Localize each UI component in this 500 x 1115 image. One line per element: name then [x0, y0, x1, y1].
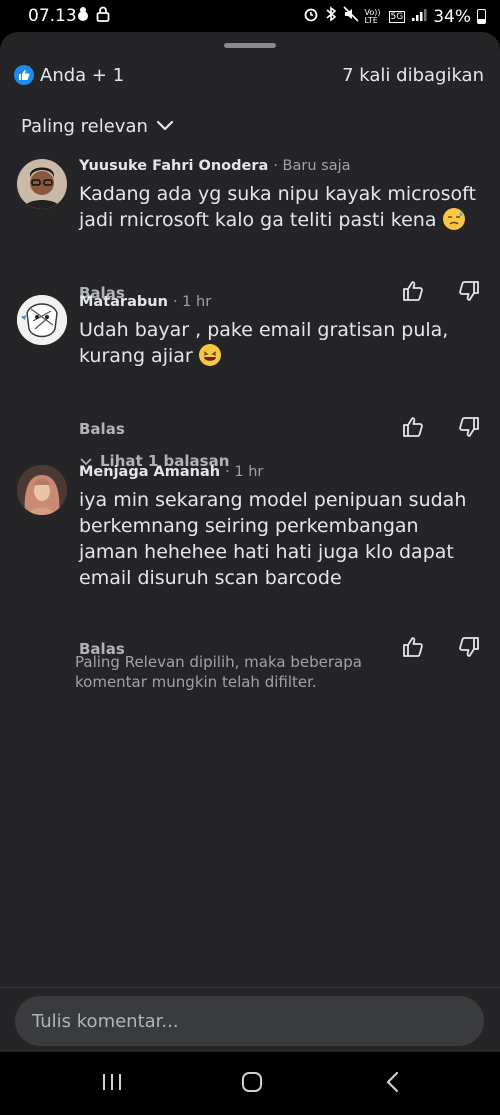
filter-note: Paling Relevan dipilih, maka beberapa ko… — [75, 653, 362, 691]
back-button[interactable] — [352, 1052, 432, 1115]
comment-header: Yuusuke Fahri Onodera · Baru saja — [79, 158, 480, 174]
comment-header: Matarabun · 1 hr — [79, 294, 480, 310]
like-reaction-icon — [14, 65, 34, 85]
thumbs-down-icon[interactable] — [458, 416, 480, 442]
alarm-icon — [303, 6, 319, 27]
back-icon — [385, 1071, 399, 1097]
comment-author[interactable]: Menjaga Amanah — [79, 464, 220, 480]
sort-label: Paling relevan — [21, 116, 148, 137]
avatar[interactable] — [17, 295, 67, 345]
share-count[interactable]: 7 kali dibagikan — [342, 65, 484, 86]
recent-apps-button[interactable] — [72, 1052, 152, 1115]
comment-composer[interactable] — [15, 996, 484, 1046]
status-time: 07.13 — [28, 6, 77, 26]
comment-author[interactable]: Yuusuke Fahri Onodera — [79, 158, 268, 174]
notification-icon — [76, 6, 90, 27]
reaction-label: Anda + 1 — [40, 64, 125, 86]
mute-icon — [342, 6, 359, 27]
network-5g-icon: 5G — [388, 10, 406, 23]
reaction-summary: Anda + 1 7 kali dibagikan — [14, 60, 484, 90]
thumbs-down-icon[interactable] — [458, 636, 480, 662]
reaction-count[interactable]: Anda + 1 — [14, 65, 124, 86]
comment-text: iya min sekarang model penipuan sudah be… — [79, 489, 467, 589]
avatar[interactable] — [17, 159, 67, 209]
signal-icon — [411, 7, 427, 27]
downcast-sweat-emoji-icon — [442, 208, 465, 230]
comment-input[interactable] — [32, 1010, 484, 1032]
bluetooth-icon — [325, 6, 337, 27]
comment-author[interactable]: Matarabun — [79, 294, 168, 310]
avatar[interactable] — [17, 465, 67, 515]
comment-text-content: Udah bayar , pake email gratisan pula, k… — [79, 319, 449, 367]
thumbs-up-icon[interactable] — [402, 416, 424, 442]
system-nav-bar — [0, 1052, 500, 1115]
comment-time: · 1 hr — [225, 464, 264, 480]
chevron-down-icon — [156, 116, 174, 137]
composer-divider — [0, 987, 500, 988]
comment-text-content: Kadang ada yg suka nipu kayak microsoft … — [79, 183, 476, 231]
comment-header: Menjaga Amanah · 1 hr — [79, 464, 480, 480]
recent-apps-icon — [101, 1072, 123, 1096]
reply-button[interactable]: Balas — [79, 420, 125, 438]
battery-text: 34% — [433, 6, 471, 27]
comment-text: Kadang ada yg suka nipu kayak microsoft … — [79, 181, 480, 233]
drag-handle[interactable] — [224, 43, 276, 48]
comment-time: · Baru saja — [273, 158, 351, 174]
volte-icon: Vo)) LTE — [364, 7, 381, 25]
comment-text: Udah bayar , pake email gratisan pula, k… — [79, 317, 480, 369]
status-bar: 07.13 Vo)) LTE 5G 34% — [0, 0, 500, 32]
laughing-emoji-icon — [198, 344, 221, 366]
comment-time: · 1 hr — [172, 294, 212, 310]
home-icon — [241, 1071, 263, 1097]
battery-icon — [477, 9, 486, 24]
home-button[interactable] — [212, 1052, 292, 1115]
sort-dropdown[interactable]: Paling relevan — [21, 116, 174, 137]
comments-sheet: Anda + 1 7 kali dibagikan Paling relevan… — [0, 32, 500, 1052]
lock-icon — [96, 6, 110, 27]
